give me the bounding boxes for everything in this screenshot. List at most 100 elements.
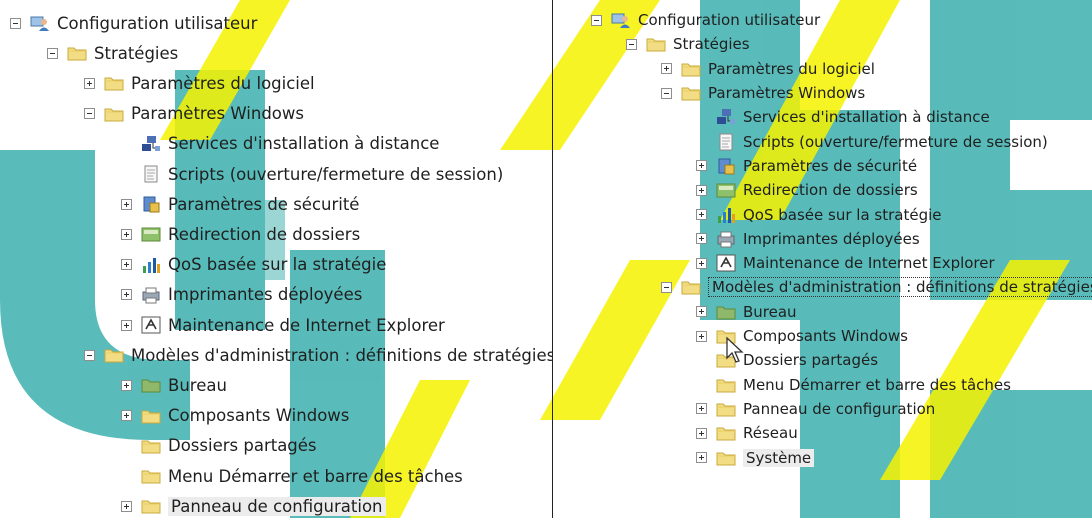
tree-item[interactable]: Stratégies bbox=[47, 38, 178, 68]
tree-expander-plus[interactable] bbox=[121, 198, 132, 210]
tree-item[interactable]: Configuration utilisateur bbox=[10, 8, 257, 38]
tree-item[interactable]: Services d'installation à distance bbox=[696, 105, 990, 129]
tree-expander-minus[interactable] bbox=[10, 17, 21, 29]
security-icon bbox=[716, 157, 736, 175]
tree-item[interactable]: Imprimantes déployées bbox=[696, 227, 920, 251]
tree-expander-minus[interactable] bbox=[626, 38, 637, 50]
tree-item[interactable]: Imprimantes déployées bbox=[121, 280, 362, 310]
tree-expander-minus[interactable] bbox=[591, 14, 602, 26]
tree-expander-plus[interactable] bbox=[121, 319, 132, 331]
tree-expander-plus[interactable] bbox=[121, 228, 132, 240]
tree-item[interactable]: Configuration utilisateur bbox=[591, 8, 820, 32]
tree-item-label: QoS basée sur la stratégie bbox=[743, 205, 942, 224]
tree-expander-plus[interactable] bbox=[121, 500, 132, 512]
folder-icon bbox=[716, 449, 736, 467]
tree-item[interactable]: Services d'installation à distance bbox=[121, 129, 439, 159]
folder-icon bbox=[141, 437, 161, 455]
tree-item[interactable]: QoS basée sur la stratégie bbox=[121, 250, 386, 280]
tree-item[interactable]: Scripts (ouverture/fermeture de session) bbox=[696, 130, 1048, 154]
tree-expander-plus[interactable] bbox=[696, 427, 707, 439]
folder-icon bbox=[681, 84, 701, 102]
tree-item-label: Paramètres de sécurité bbox=[168, 194, 360, 214]
tree-item[interactable]: Paramètres Windows bbox=[661, 81, 865, 105]
tree-panel-right[interactable]: Configuration utilisateur Stratégies Param… bbox=[578, 0, 1092, 518]
tree-item-label: Stratégies bbox=[94, 43, 179, 63]
tree-item[interactable]: Menu Démarrer et barre des tâches bbox=[696, 373, 1011, 397]
tree-item-label: QoS basée sur la stratégie bbox=[168, 255, 387, 275]
tree-item[interactable]: Maintenance de Internet Explorer bbox=[696, 251, 995, 275]
folder-green-icon bbox=[141, 376, 161, 394]
script-icon bbox=[716, 133, 736, 151]
qos-chart-icon bbox=[716, 206, 736, 224]
tree-item[interactable]: Redirection de dossiers bbox=[696, 178, 918, 202]
tree-expander-plus[interactable] bbox=[696, 160, 707, 172]
tree-item[interactable]: Redirection de dossiers bbox=[121, 219, 360, 249]
tree-item-label: Composants Windows bbox=[743, 327, 908, 346]
tree-item[interactable]: Panneau de configuration bbox=[696, 397, 935, 421]
folder-redirection-icon bbox=[716, 181, 736, 199]
folder-icon bbox=[716, 376, 736, 394]
tree-item[interactable]: Maintenance de Internet Explorer bbox=[121, 310, 445, 340]
tree-item-label: Stratégies bbox=[673, 35, 750, 54]
tree-expander-plus[interactable] bbox=[696, 257, 707, 269]
tree-item[interactable]: Paramètres Windows bbox=[84, 99, 304, 129]
tree-expander-plus[interactable] bbox=[696, 306, 707, 318]
tree-item-label: Services d'installation à distance bbox=[168, 134, 440, 154]
tree-item[interactable]: Dossiers partagés bbox=[121, 431, 317, 461]
tree-item[interactable]: Bureau bbox=[121, 370, 227, 400]
tree-item-label: Configuration utilisateur bbox=[638, 11, 821, 30]
tree-item[interactable]: Panneau de configuration bbox=[121, 491, 386, 518]
tree-item-label: Scripts (ouverture/fermeture de session) bbox=[168, 164, 504, 184]
folder-icon bbox=[141, 497, 161, 515]
tree-item[interactable]: Scripts (ouverture/fermeture de session) bbox=[121, 159, 503, 189]
tree-expander-plus[interactable] bbox=[696, 184, 707, 196]
tree-expander-plus[interactable] bbox=[696, 330, 707, 342]
tree-expander-plus[interactable] bbox=[121, 289, 132, 301]
folder-icon bbox=[104, 74, 124, 92]
tree-item[interactable]: Modèles d'administration : définitions d… bbox=[661, 275, 1092, 299]
script-icon bbox=[141, 165, 161, 183]
tree-item[interactable]: Paramètres du logiciel bbox=[84, 68, 315, 98]
tree-expander-plus[interactable] bbox=[696, 209, 707, 221]
tree-item[interactable]: Modèles d'administration : définitions d… bbox=[84, 340, 552, 370]
tree-expander-plus[interactable] bbox=[661, 63, 672, 75]
folder-icon bbox=[681, 60, 701, 78]
tree-expander-minus[interactable] bbox=[84, 349, 95, 361]
folder-icon bbox=[67, 44, 87, 62]
tree-expander-plus[interactable] bbox=[121, 410, 132, 422]
tree-item[interactable]: Système bbox=[696, 445, 815, 469]
tree-expander-minus[interactable] bbox=[47, 47, 58, 59]
tree-expander-plus[interactable] bbox=[696, 233, 707, 245]
tree-expander-plus[interactable] bbox=[696, 403, 707, 415]
tree-item[interactable]: Bureau bbox=[696, 300, 797, 324]
tree-expander-minus[interactable] bbox=[661, 281, 672, 293]
tree-item-label: Services d'installation à distance bbox=[743, 108, 990, 127]
folder-icon bbox=[716, 424, 736, 442]
tree-expander-minus[interactable] bbox=[661, 87, 672, 99]
tree-item[interactable]: Paramètres du logiciel bbox=[661, 57, 875, 81]
tree-item[interactable]: Menu Démarrer et barre des tâches bbox=[121, 461, 463, 491]
folder-green-icon bbox=[716, 303, 736, 321]
printer-icon bbox=[141, 286, 161, 304]
tree-item[interactable]: Réseau bbox=[696, 421, 798, 445]
tree-item[interactable]: Paramètres de sécurité bbox=[696, 154, 917, 178]
tree-item-label: Dossiers partagés bbox=[743, 351, 879, 370]
folder-icon bbox=[104, 105, 124, 123]
folder-icon bbox=[681, 278, 701, 296]
tree-expander-plus[interactable] bbox=[696, 452, 707, 464]
security-icon bbox=[141, 195, 161, 213]
tree-expander-plus[interactable] bbox=[121, 379, 132, 391]
tree-expander-plus[interactable] bbox=[121, 259, 132, 271]
tree-item[interactable]: QoS basée sur la stratégie bbox=[696, 202, 942, 226]
tree-item-label: Bureau bbox=[168, 375, 227, 395]
tree-expander-plus[interactable] bbox=[84, 77, 95, 89]
tree-expander-minus[interactable] bbox=[84, 108, 95, 120]
tree-item[interactable]: Dossiers partagés bbox=[696, 348, 878, 372]
network-install-icon bbox=[141, 135, 161, 153]
tree-item[interactable]: Stratégies bbox=[626, 32, 750, 56]
tree-panel-left[interactable]: Configuration utilisateur Stratégies Param… bbox=[0, 0, 553, 518]
folder-icon bbox=[141, 467, 161, 485]
folder-icon bbox=[646, 35, 666, 53]
tree-item[interactable]: Composants Windows bbox=[121, 401, 349, 431]
tree-item[interactable]: Paramètres de sécurité bbox=[121, 189, 359, 219]
